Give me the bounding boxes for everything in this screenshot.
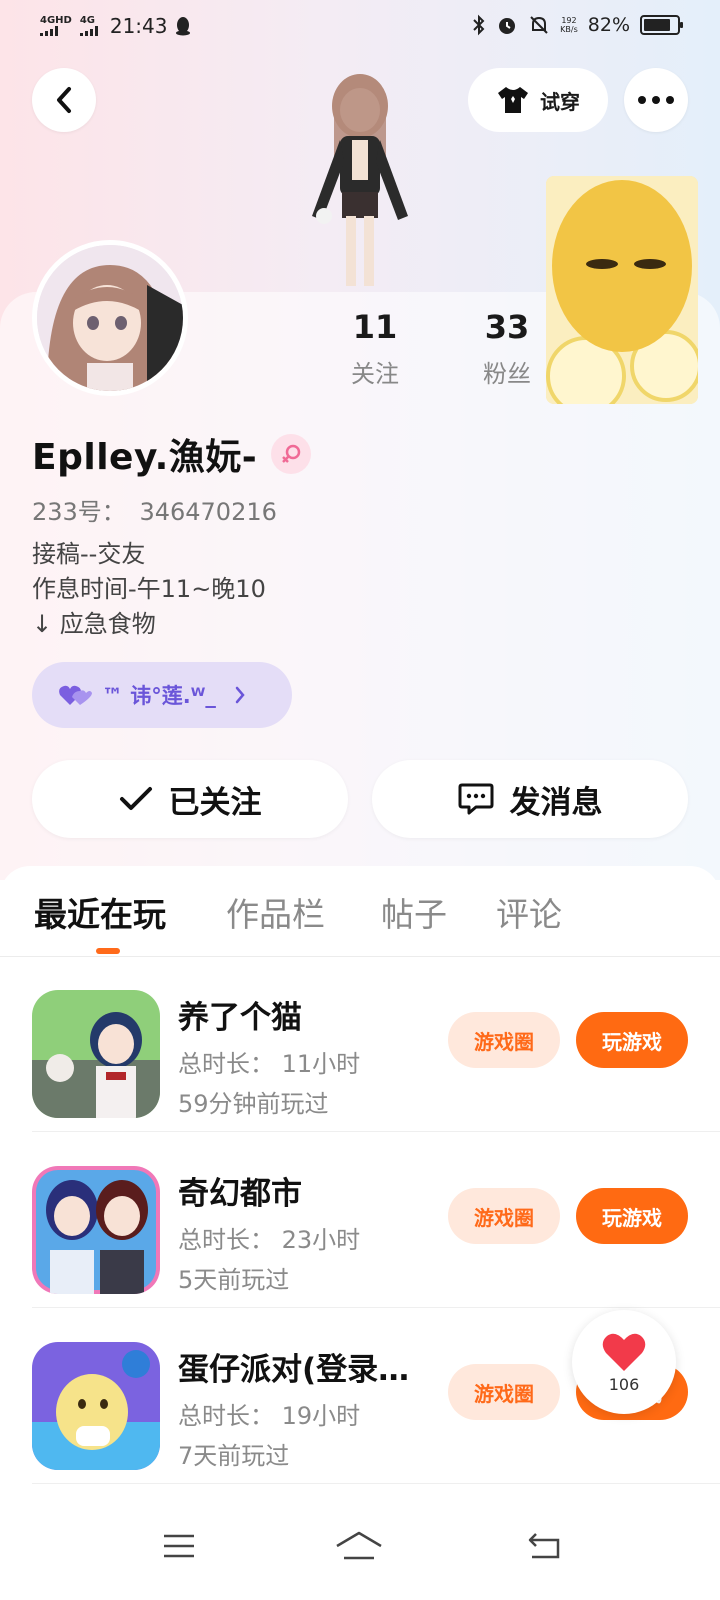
game-icon-eggy-party[interactable] [32, 1342, 160, 1470]
clock: 21:43 [109, 14, 168, 38]
message-label: 发消息 [509, 784, 603, 821]
uid-value: 346470216 [139, 498, 277, 526]
game-last-played: 7天前玩过 [178, 1442, 290, 1470]
game-name: 奇幻都市 [178, 1176, 302, 1212]
game-name: 养了个猫 [178, 1000, 302, 1036]
more-button[interactable] [624, 68, 688, 132]
fans-stat[interactable]: 33 粉丝 [464, 308, 550, 389]
play-game-button[interactable]: 玩游戏 [576, 1012, 688, 1068]
game-duration: 总时长： 19小时 [178, 1402, 361, 1430]
following-label: 关注 [351, 360, 399, 388]
uid-label: 233号： [32, 498, 126, 526]
battery-percent: 82% [587, 14, 630, 36]
battery-icon [640, 15, 683, 35]
game-icon-fantasy-city[interactable] [32, 1166, 160, 1294]
game-row[interactable]: 养了个猫 总时长： 11小时 59分钟前玩过 游戏圈 玩游戏 [0, 956, 720, 1132]
network-type-1: 4GHD [40, 15, 72, 26]
uid-row: 233号： 346470216 [32, 492, 277, 527]
more-dots-icon [638, 96, 674, 104]
bio-line-3: ↓ 应急食物 [32, 610, 156, 638]
mute-bell-icon [530, 16, 548, 34]
chevron-right-icon [235, 686, 245, 704]
lemon-sticker-image [546, 176, 698, 404]
network-type-2: 4G [79, 15, 96, 26]
network-speed: 192 KB/s [560, 16, 578, 34]
bluetooth-icon [473, 14, 485, 36]
game-duration: 总时长： 23小时 [178, 1226, 361, 1254]
signal-1: 4GHD [40, 16, 72, 36]
following-stat[interactable]: 11 关注 [332, 308, 418, 389]
following-count: 11 [352, 308, 398, 346]
tryon-label: 试穿 [540, 89, 580, 114]
tryon-button[interactable]: 试穿 [468, 68, 608, 132]
home-icon[interactable] [334, 1530, 384, 1562]
bio-line-2: 作息时间-午11~晚10 [32, 575, 266, 603]
game-row[interactable]: 奇幻都市 总时长： 23小时 5天前玩过 游戏圈 玩游戏 [0, 1132, 720, 1308]
system-navigation-bar [0, 1520, 720, 1600]
bio-line-1: 接稿--交友 [32, 540, 146, 568]
fans-count: 33 [484, 308, 530, 346]
qq-icon [176, 17, 191, 36]
avatar[interactable] [32, 240, 188, 396]
game-last-played: 5天前玩过 [178, 1266, 290, 1294]
menu-icon[interactable] [162, 1532, 196, 1560]
avatar-image [37, 245, 183, 391]
speed-value: 192 [561, 16, 577, 25]
like-count: 106 [608, 1374, 640, 1394]
message-bubble-icon [458, 783, 493, 815]
game-name: 蛋仔派对(登录… [178, 1352, 410, 1388]
play-game-button[interactable]: 玩游戏 [576, 1188, 688, 1244]
female-icon [271, 434, 312, 474]
heart-icon [602, 1333, 646, 1371]
game-circle-button[interactable]: 游戏圈 [448, 1364, 560, 1420]
status-bar: 4GHD 4G 21:43 192 KB/s 82% [0, 0, 720, 56]
signal-2: 4G [79, 15, 98, 36]
username: Eplley.漁妧- [32, 437, 258, 478]
tshirt-icon [498, 87, 528, 113]
game-last-played: 59分钟前玩过 [178, 1090, 329, 1118]
followed-label: 已关注 [168, 784, 262, 821]
row-divider [32, 1483, 720, 1484]
tab-comments[interactable]: 评论 [496, 888, 562, 936]
relationship-badge[interactable]: ™ 讳°莲.ᵂ_ [32, 662, 292, 728]
tab-posts[interactable]: 帖子 [381, 888, 447, 936]
chevron-left-icon [57, 87, 71, 113]
game-duration: 总时长： 11小时 [178, 1050, 361, 1078]
speed-unit: KB/s [560, 25, 578, 34]
game-circle-button[interactable]: 游戏圈 [448, 1012, 560, 1068]
badge-text: ™ 讳°莲.ᵂ_ [102, 684, 216, 708]
send-message-button[interactable]: 发消息 [372, 760, 688, 838]
alarm-icon [499, 18, 516, 34]
like-button[interactable]: 106 [572, 1310, 676, 1414]
game-icon-cat[interactable] [32, 990, 160, 1118]
game-circle-button[interactable]: 游戏圈 [448, 1188, 560, 1244]
check-icon [119, 787, 152, 810]
tab-recently-played[interactable]: 最近在玩 [34, 888, 166, 936]
back-icon[interactable] [526, 1530, 562, 1560]
username-row: Eplley.漁妧- [32, 428, 312, 480]
fans-label: 粉丝 [483, 360, 531, 388]
followed-button[interactable]: 已关注 [32, 760, 348, 838]
tab-works[interactable]: 作品栏 [226, 888, 325, 936]
active-tab-indicator [96, 948, 120, 954]
double-heart-icon [59, 685, 92, 705]
dress-up-character[interactable] [290, 66, 430, 292]
back-button[interactable] [32, 68, 96, 132]
